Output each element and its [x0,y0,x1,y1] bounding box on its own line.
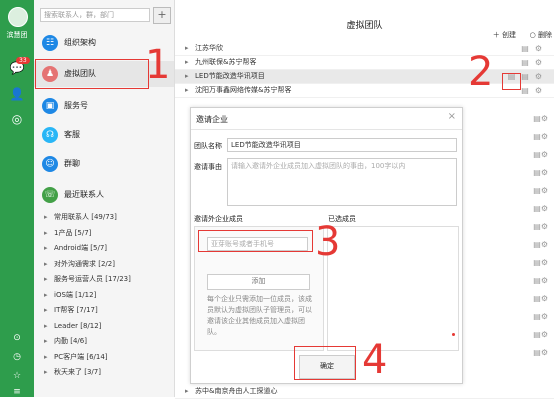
contacts-icon[interactable]: 👤 [9,86,25,102]
annotation-number-4: 4 [362,337,388,383]
nav-label: 最近联系人 [64,190,104,199]
group-item[interactable]: 对外沟通需求 [2/2] [34,257,174,273]
divider [191,129,462,130]
annotation-box-2 [502,73,521,90]
team-name-field[interactable]: LED节能改造华讯项目 [227,138,457,152]
search-input[interactable]: 搜索联系人，群，部门 [40,8,150,22]
avatar[interactable] [8,7,28,27]
team-name-label: 团队名称 [194,142,222,150]
group-item[interactable]: 内勤 [4/6] [34,334,174,350]
row-action-icons[interactable]: ▤⚙ [521,84,548,97]
dialog-title: 邀请企业 [196,115,228,124]
group-item[interactable]: Leader [8/12] [34,319,174,335]
menu-icon[interactable]: ≡ [9,384,25,400]
reason-field[interactable]: 请输入邀请外企业成员加入虚拟团队的事由，100字以内 [227,158,457,206]
group-item[interactable]: Android端 [5/7] [34,241,174,257]
recent-contacts-icon: ☏ [42,187,58,203]
nav-group-chat[interactable]: ☺ 群聊 [34,151,174,177]
nav-label: 服务号 [64,101,88,110]
group-item[interactable]: 服务号运营人员 [17/23] [34,272,174,288]
apps-icon[interactable]: ◎ [9,111,25,127]
history-icon[interactable]: ◷ [9,349,25,365]
team-name: 江苏华欣 [195,44,223,52]
nav-service-account[interactable]: ▣ 服务号 [34,93,174,119]
annotation-box-4 [294,346,356,380]
nav-recent-contacts[interactable]: ☏ 最近联系人 [34,182,174,208]
contact-groups: 常用联系人 [49/73] 1产品 [5/7] Android端 [5/7] 对… [34,210,174,381]
delete-label: 删除 [538,31,552,39]
team-list: 江苏华欣 ▤⚙ 九州联保&苏宁帮客 ▤⚙ LED节能改造华讯项目▤▤⚙ 沈阳万事鑫网… [175,42,554,98]
create-button[interactable]: ＋ 创建 [493,30,516,40]
annotation-box-1 [35,59,149,89]
team-name: LED节能改造华讯项目 [195,72,265,80]
selected-members-panel [327,226,459,351]
annotation-dot [452,333,455,336]
row-action-icons[interactable]: ▤⚙ ▤⚙ ▤⚙ ▤⚙ ▤⚙ ▤⚙ ▤⚙ ▤⚙ ▤⚙ ▤⚙ ▤⚙ ▤⚙ ▤⚙ ▤⚙ [518,110,548,362]
annotation-number-2: 2 [468,49,494,95]
team-row[interactable]: 九州联保&苏宁帮客 ▤⚙ [175,56,554,70]
row-action-icons[interactable]: ▤⚙ [521,42,548,55]
team-row[interactable]: 沈阳万事鑫网络传媒&苏宁帮客 ▤⚙ [175,84,554,98]
nav-label: 组织架构 [64,38,96,47]
team-name: 苏中&南京舟由人工探道心 [195,387,278,395]
group-item[interactable]: 1产品 [5/7] [34,226,174,242]
nav-customer-service[interactable]: ☊ 客服 [34,122,174,148]
add-button[interactable]: + [153,7,171,24]
annotation-number-1: 1 [145,42,171,88]
row-action-icons[interactable]: ▤⚙ [521,56,548,69]
group-item[interactable]: 秋天来了 [3/7] [34,365,174,381]
group-item[interactable]: 常用联系人 [49/73] [34,210,174,226]
group-item[interactable]: iOS端 [1/12] [34,288,174,304]
team-name: 九州联保&苏宁帮客 [195,58,257,66]
delete-button[interactable]: ○ 删除 [530,30,552,40]
members-label: 邀请外企业成员 [194,215,243,223]
link-icon[interactable]: ⊙ [9,330,25,346]
group-item[interactable]: IT帮客 [7/17] [34,303,174,319]
hint-text: 每个企业只需添加一位成员，该成员默认为虚拟团队子管理员，可以邀请该企业其他成员加… [207,295,312,336]
unread-badge: 33 [16,57,30,64]
nav-label: 群聊 [64,159,80,168]
org-chart-icon: ☷ [42,35,58,51]
app-strip: 滨慧团 💬 33 👤 ◎ ⊙ ◷ ☆ ≡ [0,0,34,397]
annotation-box-3 [198,230,313,252]
add-member-button[interactable]: 添加 [207,274,310,290]
team-row[interactable]: LED节能改造华讯项目▤▤⚙ [175,70,554,84]
team-name: 沈阳万事鑫网络传媒&苏宁帮客 [195,86,292,94]
star-icon[interactable]: ☆ [9,368,25,384]
reason-label: 邀请事由 [194,163,222,171]
service-account-icon: ▣ [42,98,58,114]
team-row[interactable]: 江苏华欣 ▤⚙ [175,42,554,56]
username: 滨慧团 [6,31,28,39]
annotation-number-3: 3 [315,219,341,265]
close-icon[interactable]: × [448,111,456,122]
create-label: 创建 [502,31,516,39]
group-chat-icon: ☺ [42,156,58,172]
nav-label: 客服 [64,130,80,139]
customer-service-icon: ☊ [42,127,58,143]
group-item[interactable]: PC客户端 [6/14] [34,350,174,366]
